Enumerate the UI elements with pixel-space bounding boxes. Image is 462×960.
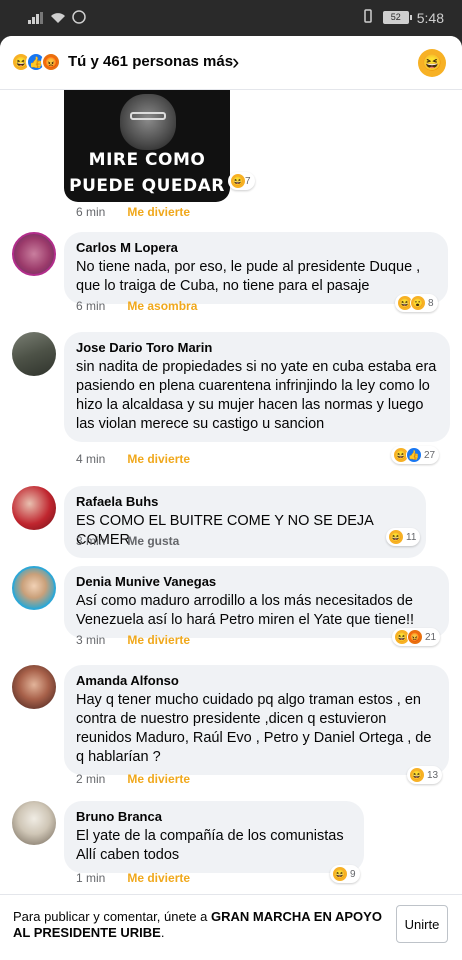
haha-icon: 😆 — [230, 173, 246, 189]
avatar[interactable] — [12, 801, 56, 845]
wifi-icon — [50, 11, 66, 27]
commenter-name[interactable]: Jose Dario Toro Marin — [76, 339, 438, 356]
reaction-count: 7 — [245, 175, 251, 187]
comment-meta: 6 min Me divierte — [76, 205, 190, 219]
comment-text: No tiene nada, por eso, le pude al presi… — [76, 259, 421, 294]
comment-time: 1 min — [76, 871, 106, 885]
comment-bubble: Jose Dario Toro Marin sin nadita de prop… — [64, 332, 450, 442]
comment-time: 6 min — [76, 299, 106, 313]
comment-text: El yate de la compañía de los comunistas… — [76, 828, 344, 863]
comment-meta: 4 min Me divierte — [76, 452, 190, 466]
reaction-count-badge[interactable]: 😆 7 — [228, 172, 255, 190]
reactions-summary[interactable]: Tú y 461 personas más — [68, 53, 233, 70]
comment-text: Así como maduro arrodillo a los más nece… — [76, 593, 415, 628]
commenter-name[interactable]: Rafaela Buhs — [76, 493, 414, 510]
avatar[interactable] — [12, 232, 56, 276]
meme-text-line2: PUEDE QUEDAR — [69, 176, 225, 196]
avatar[interactable] — [12, 566, 56, 610]
comment-text: Hay q tener mucho cuidado pq algo traman… — [76, 692, 432, 765]
reaction-count: 11 — [406, 531, 417, 543]
join-button[interactable]: Unirte — [396, 905, 448, 943]
reaction-count: 21 — [425, 631, 437, 643]
commenter-name[interactable]: Bruno Branca — [76, 808, 352, 825]
reaction-count: 9 — [350, 868, 356, 880]
comment-text: sin nadita de propiedades si no yate en … — [76, 359, 437, 432]
reaction-action[interactable]: Me divierte — [127, 452, 190, 466]
reaction-action[interactable]: Me divierte — [127, 871, 190, 885]
reaction-count: 13 — [427, 769, 439, 781]
reaction-action[interactable]: Me divierte — [127, 633, 190, 647]
comment-time: 3 min — [76, 534, 106, 548]
join-prompt: Para publicar y comentar, únete a GRAN M… — [13, 909, 388, 941]
join-prompt-prefix: Para publicar y comentar, únete a — [13, 909, 212, 924]
commenter-name[interactable]: Denia Munive Vanegas — [76, 573, 437, 590]
comment-meta: 2 min Me divierte — [76, 772, 190, 786]
comment-time: 4 min — [76, 452, 106, 466]
signal-icon — [28, 11, 44, 27]
join-prompt-suffix: . — [160, 925, 165, 940]
reactions-sheet: 😆 👍 😡 Tú y 461 personas más › 😆 MIRE COM… — [0, 36, 462, 960]
avatar[interactable] — [12, 332, 56, 376]
comment-time: 6 min — [76, 205, 106, 219]
reaction-count-badge[interactable]: 😆 9 — [330, 865, 360, 883]
angry-icon: 😡 — [41, 52, 61, 72]
haha-icon: 😆 — [332, 866, 348, 882]
reaction-count: 8 — [428, 297, 434, 309]
reaction-action[interactable]: Me divierte — [127, 205, 190, 219]
avatar[interactable] — [12, 665, 56, 709]
reaction-count-badge[interactable]: 😆 😡 21 — [392, 628, 441, 646]
status-right: 52 5:48 — [361, 9, 444, 26]
reactions-header[interactable]: 😆 👍 😡 Tú y 461 personas más › 😆 — [0, 36, 462, 90]
wow-icon: 😮 — [410, 295, 426, 311]
haha-icon: 😆 — [409, 767, 425, 783]
reaction-action[interactable]: Me asombra — [127, 299, 197, 313]
commenter-name[interactable]: Amanda Alfonso — [76, 672, 437, 689]
join-group-footer: Para publicar y comentar, únete a GRAN M… — [0, 894, 462, 960]
comment-bubble: Bruno Branca El yate de la compañía de l… — [64, 801, 364, 873]
status-icons — [28, 10, 86, 27]
person-photo — [120, 94, 176, 150]
reaction-count-badge[interactable]: 😆 11 — [386, 528, 421, 546]
reaction-count-badge[interactable]: 😆 😮 8 — [395, 294, 438, 312]
reaction-count-badge[interactable]: 😆 👍 27 — [391, 446, 440, 464]
haha-react-button[interactable]: 😆 — [418, 49, 446, 77]
comment-meta: 1 min Me divierte — [76, 871, 190, 885]
comment-bubble: Denia Munive Vanegas Así como maduro arr… — [64, 566, 449, 638]
comment-bubble: Amanda Alfonso Hay q tener mucho cuidado… — [64, 665, 449, 775]
meme-text-line1: MIRE COMO — [88, 150, 206, 170]
comment-meta: 3 min Me divierte — [76, 633, 190, 647]
status-bar: 52 5:48 — [0, 0, 462, 36]
comment-time: 3 min — [76, 633, 106, 647]
commenter-name[interactable]: Carlos M Lopera — [76, 239, 436, 256]
meme-image[interactable]: MIRE COMO PUEDE QUEDAR — [64, 90, 230, 202]
whatsapp-icon — [72, 10, 86, 27]
comments-list[interactable]: MIRE COMO PUEDE QUEDAR 😆 7 6 min Me divi… — [0, 90, 462, 894]
reaction-action[interactable]: Me gusta — [127, 534, 179, 548]
reaction-count: 27 — [424, 449, 436, 461]
haha-icon: 😆 — [388, 529, 404, 545]
reaction-action[interactable]: Me divierte — [127, 772, 190, 786]
comment-time: 2 min — [76, 772, 106, 786]
angry-icon: 😡 — [407, 629, 423, 645]
like-icon: 👍 — [406, 447, 422, 463]
chevron-right-icon[interactable]: › — [232, 49, 239, 75]
vibrate-icon — [361, 9, 375, 26]
clock: 5:48 — [416, 9, 444, 26]
comment-meta: 3 min Me gusta — [76, 534, 179, 548]
comment-bubble: Carlos M Lopera No tiene nada, por eso, … — [64, 232, 448, 304]
reaction-count-badge[interactable]: 😆 13 — [407, 766, 443, 784]
comment-meta: 6 min Me asombra — [76, 299, 197, 313]
avatar[interactable] — [12, 486, 56, 530]
reaction-summary-icons: 😆 👍 😡 — [11, 52, 61, 72]
battery-icon: 52 — [382, 11, 412, 24]
glasses-shape — [130, 112, 166, 120]
